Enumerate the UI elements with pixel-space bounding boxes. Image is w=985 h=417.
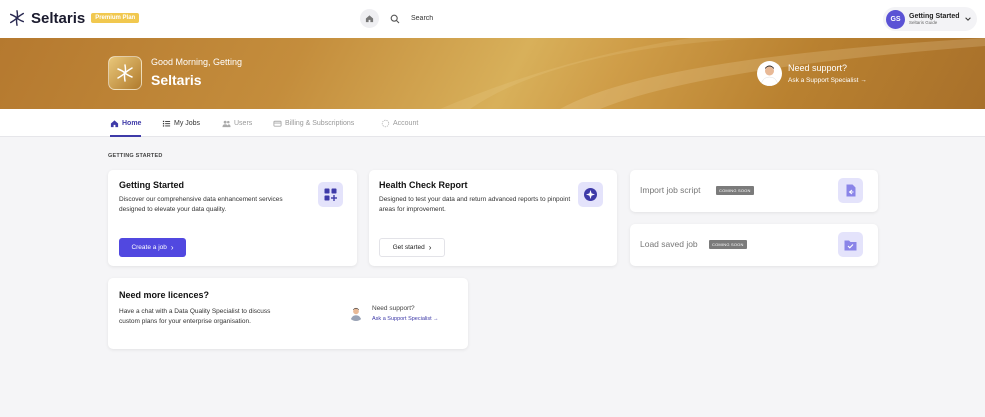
card-title: Health Check Report — [379, 180, 468, 190]
home-icon — [110, 119, 119, 127]
tab-label: Account — [393, 119, 419, 127]
user-org: Seltaris Guide — [909, 19, 938, 25]
card-title: Load saved job — [640, 239, 698, 249]
folder-check-icon — [838, 232, 863, 257]
home-button[interactable] — [360, 9, 379, 28]
card-title: Getting Started — [119, 180, 185, 190]
search-bar[interactable] — [386, 8, 654, 29]
list-icon — [162, 120, 171, 127]
brand-name: Seltaris — [31, 9, 86, 27]
chevron-right-icon: › — [428, 243, 432, 252]
search-icon — [390, 14, 400, 23]
card-title: Need more licences? — [119, 290, 210, 300]
user-menu[interactable]: GS Getting Started Seltaris Guide — [883, 7, 977, 31]
health-check-icon — [578, 182, 603, 207]
licences-card: Need more licences? Have a chat with a D… — [108, 278, 468, 349]
button-label: Create a job — [131, 244, 167, 251]
home-icon — [365, 15, 374, 23]
support-question: Need support? — [372, 305, 415, 312]
card-description: Have a chat with a Data Quality Speciali… — [119, 308, 271, 325]
user-name: Getting Started — [909, 12, 960, 20]
support-person-icon — [760, 65, 779, 86]
support-avatar — [348, 305, 364, 321]
premium-plan-badge: Premium Plan — [91, 13, 140, 23]
top-bar: Seltaris Premium Plan GS Getting Started… — [0, 0, 985, 38]
account-icon — [381, 119, 390, 127]
create-job-button[interactable]: Create a job › — [119, 238, 186, 257]
welcome-banner: Good Morning, Getting Seltaris Need supp… — [0, 38, 985, 109]
tab-label: Billing & Subscriptions — [285, 119, 355, 127]
card-title: Import job script — [640, 185, 701, 195]
import-job-card[interactable]: Import job script COMING SOON — [630, 170, 878, 212]
users-icon — [222, 120, 231, 127]
section-label: GETTING STARTED — [108, 153, 163, 159]
tab-my-jobs[interactable]: My Jobs — [162, 109, 200, 137]
coming-soon-badge: COMING SOON — [709, 240, 747, 249]
user-avatar: GS — [886, 9, 905, 29]
chevron-down-icon — [964, 17, 971, 21]
coming-soon-badge: COMING SOON — [716, 186, 754, 195]
grid-plus-icon — [318, 182, 343, 207]
import-file-icon — [838, 178, 863, 203]
brand[interactable]: Seltaris Premium Plan — [8, 9, 140, 27]
nav-tabs: Home My Jobs Users Billing & Subscriptio… — [0, 109, 985, 137]
tab-account[interactable]: Account — [381, 109, 418, 137]
tab-billing[interactable]: Billing & Subscriptions — [273, 109, 354, 137]
support-question: Need support? — [788, 63, 848, 73]
ask-support-link[interactable]: Ask a Support Specialist → — [788, 77, 867, 84]
support-person-icon — [350, 307, 362, 321]
ask-support-link[interactable]: Ask a Support Specialist → — [372, 316, 439, 322]
tab-label: Home — [122, 119, 142, 127]
seltaris-logo-icon — [117, 64, 133, 82]
getting-started-card: Getting Started Discover our comprehensi… — [108, 170, 357, 266]
greeting-text: Good Morning, Getting — [151, 57, 243, 67]
tab-home[interactable]: Home — [110, 109, 142, 137]
load-job-card[interactable]: Load saved job COMING SOON — [630, 224, 878, 266]
chevron-right-icon: › — [170, 243, 174, 252]
support-avatar — [757, 61, 782, 86]
banner-logo — [108, 56, 142, 90]
health-check-card: Health Check Report Designed to test you… — [369, 170, 617, 266]
banner-wave-decoration — [440, 38, 985, 109]
search-input[interactable] — [411, 15, 611, 22]
get-started-button[interactable]: Get started › — [379, 238, 445, 257]
button-label: Get started — [392, 244, 425, 251]
tab-label: My Jobs — [174, 119, 201, 127]
seltaris-logo-icon — [9, 10, 25, 26]
card-description: Designed to test your data and return ad… — [379, 196, 571, 213]
billing-icon — [273, 120, 282, 127]
card-description: Discover our comprehensive data enhancem… — [119, 196, 283, 213]
banner-title: Seltaris — [151, 72, 202, 88]
tab-users[interactable]: Users — [222, 109, 252, 137]
tab-label: Users — [234, 119, 253, 127]
